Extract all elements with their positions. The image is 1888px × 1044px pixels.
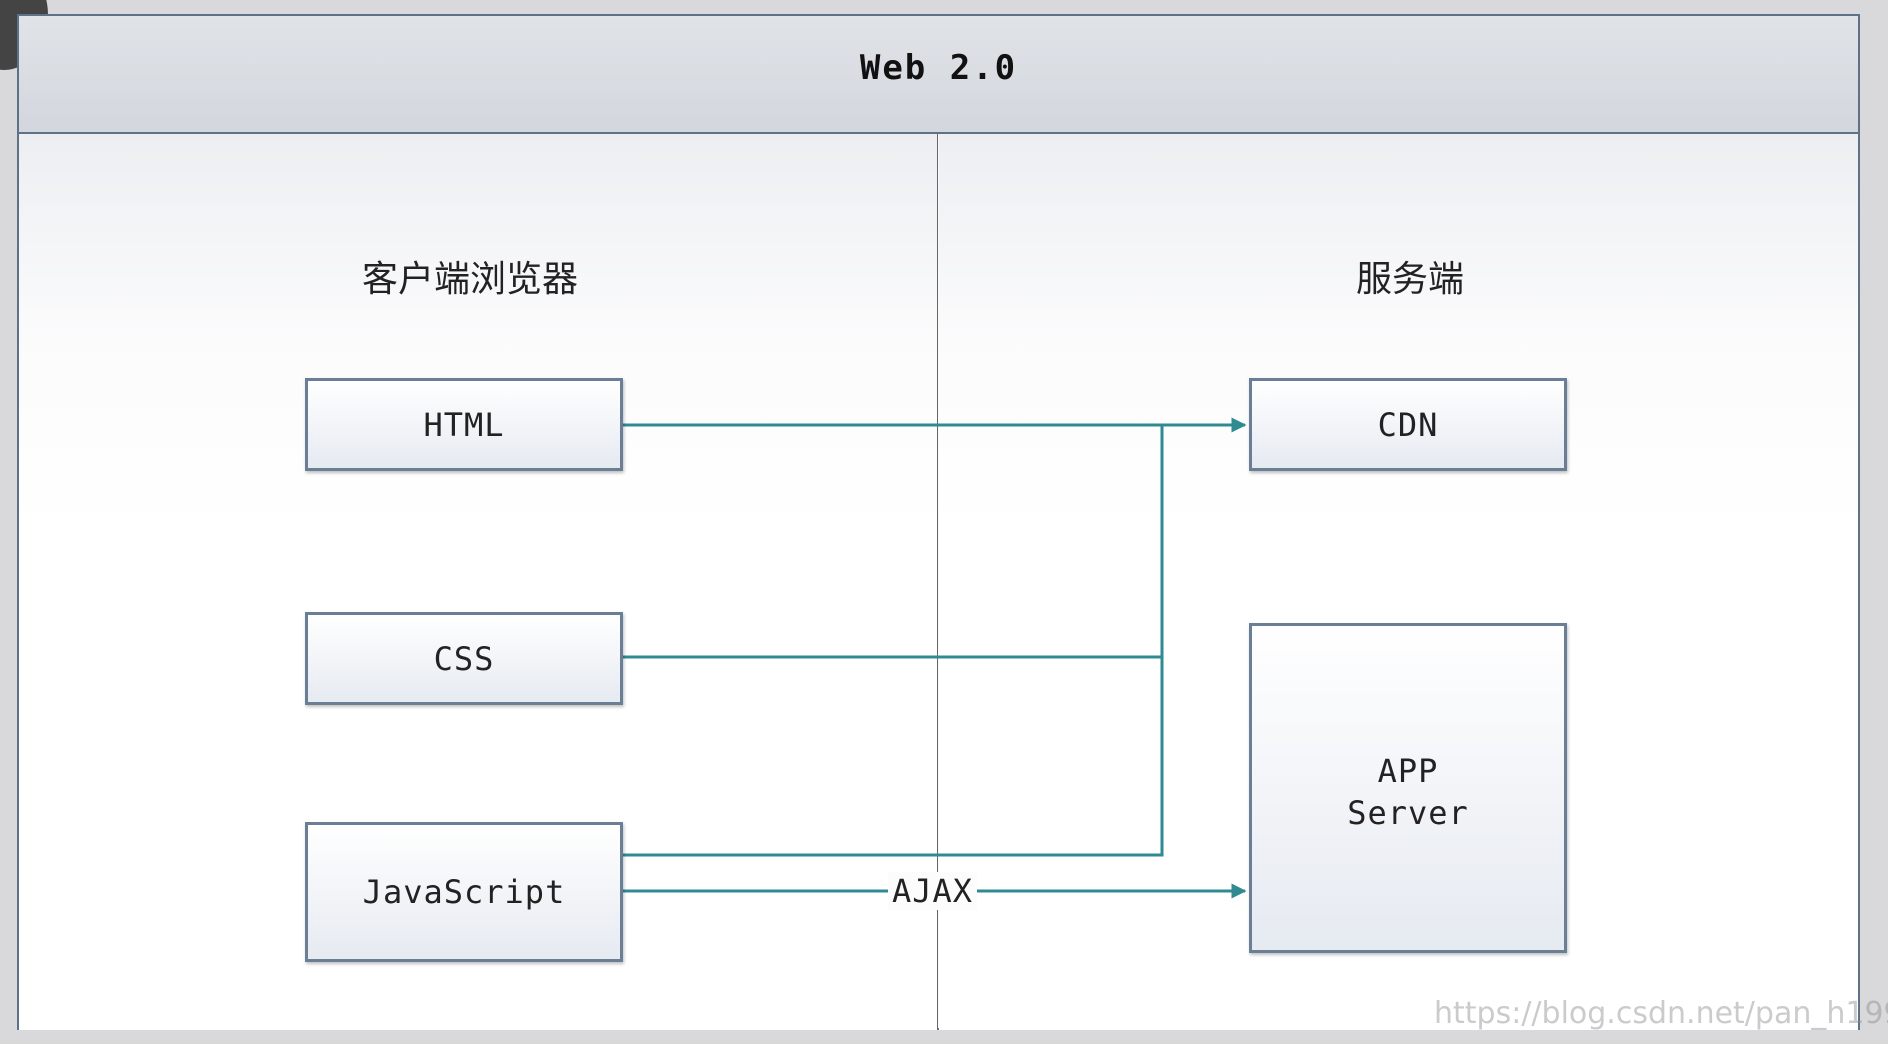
node-html: HTML [305,378,623,471]
node-app-server: APP Server [1249,623,1567,953]
edge-label-ajax: AJAX [888,872,978,910]
diagram-canvas: Web 2.0 客户端浏览器 服务端 HTML CSS JavaScript C… [0,0,1888,1044]
lane-label-client: 客户端浏览器 [361,259,578,300]
diagram-title: Web 2.0 [859,48,1018,88]
app-server-line2: Server [1347,794,1469,832]
node-javascript: JavaScript [305,822,623,962]
app-server-line1: APP [1377,752,1439,790]
node-css: CSS [305,612,623,705]
node-cdn: CDN [1249,378,1567,471]
watermark: https://blog.csdn.net/pan_h1995 [1434,996,1888,1031]
lane-label-server: 服务端 [1355,259,1464,300]
